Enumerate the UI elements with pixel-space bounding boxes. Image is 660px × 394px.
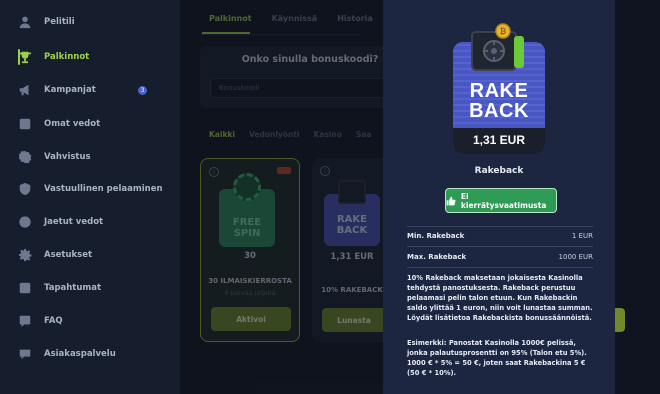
card-value: 1,31 EUR [330,252,374,262]
sidebar-item-asiakaspalvelu[interactable]: Asiakaspalvelu [18,343,178,365]
svg-text:₿: ₿ [500,27,507,36]
hero-title-line2: BACK [469,100,529,122]
help-icon [18,314,32,328]
no-wagering-label: Ei kierrätysvaatimusta [460,191,547,210]
sidebar-item-label: Omat vedot [44,119,101,129]
sidebar-item-faq[interactable]: FAQ [18,310,178,332]
info-icon[interactable]: i [320,166,330,176]
sidebar-item-tapahtumat[interactable]: Tapahtumat [18,277,178,299]
sidebar-item-label: FAQ [44,316,63,326]
min-rakeback-label: Min. Rakeback [407,232,465,240]
megaphone-icon [18,83,32,97]
filter-saa[interactable]: Saa [356,130,372,139]
sidebar-item-jaetut-vedot[interactable]: Jaetut vedot [18,211,178,233]
info-icon[interactable]: i [209,167,219,177]
sidebar-item-asetukset[interactable]: Asetukset [18,244,178,266]
chip-icon [233,173,261,201]
filter-vedonlyonti[interactable]: Vedonlyönti [249,130,299,139]
shield-icon [18,182,32,196]
sidebar-item-kampanjat[interactable]: Kampanjat [18,79,178,101]
sidebar-item-pelitili[interactable]: Pelitili [18,11,178,33]
thumbs-up-icon [446,196,456,205]
tabs-divider [200,34,360,35]
chat-icon [18,347,32,361]
kampanjat-count-badge: 3 [138,86,147,95]
sidebar-item-label: Vastuullinen pelaaminen [44,184,163,194]
sidebar-item-palkinnot[interactable]: Palkinnot [18,46,178,68]
reward-detail-panel: RAKE BACK 1,31 EUR ₿ Rakeback Ei kierrät… [383,0,615,394]
share-icon [18,215,32,229]
card-value: 30 [244,251,256,261]
gear-icon [18,248,32,262]
reward-card-rakeback[interactable]: i RAKE BACK 1,31 EUR 10% RAKEBACK Lunasta [312,158,392,342]
sidebar-item-vastuullinen-pelaaminen[interactable]: Vastuullinen pelaaminen [18,178,178,200]
sidebar-item-label: Tapahtumat [44,283,102,293]
backdrop-edge [615,0,660,394]
sidebar-item-label: Pelitili [44,17,75,27]
tab-palkinnot[interactable]: Palkinnot [209,14,252,23]
free-spin-tile-text: FREE SPIN [232,217,262,239]
safe-icon [338,180,366,204]
new-tag [277,167,291,174]
max-rakeback-value: 1000 EUR [558,253,593,261]
claim-button[interactable]: Lunasta [322,308,386,332]
sidebar-item-label: Jaetut vedot [44,217,104,227]
rakeback-description: 10% Rakeback maksetaan jokaisesta Kasino… [407,274,593,322]
sidebar: Pelitili Palkinnot Kampanjat 3 Omat vedo… [0,0,180,394]
verified-icon [18,150,32,164]
hidden-card-button [615,308,625,332]
trophy-icon [18,50,32,64]
category-filters: Kaikki Vedonlyönti Kasino Saa [209,130,371,139]
sidebar-item-label: Asetukset [44,250,93,260]
sidebar-item-label: Vahvistus [44,152,91,162]
divider [407,267,593,268]
rewards-tabs: Palkinnot Käynnissä Historia [209,14,373,23]
bonus-code-title: Onko sinulla bonuskoodi? [241,54,379,65]
filter-kaikki[interactable]: Kaikki [209,130,235,139]
list-icon [18,281,32,295]
reward-card-free-spins[interactable]: i FREE SPIN 30 30 ILMAISKIERROSTA 6 päivä… [200,158,300,342]
filter-kasino[interactable]: Kasino [313,130,341,139]
hero-amount: 1,31 EUR [472,133,526,147]
sidebar-item-label: Kampanjat [44,85,96,95]
bonus-code-input[interactable]: Bonuskoodi [210,78,390,98]
rakeback-example: Esimerkki: Panostat Kasinolla 1000€ peli… [407,339,587,377]
sidebar-item-vahvistus[interactable]: Vahvistus [18,146,178,168]
user-icon [18,15,32,29]
activate-button[interactable]: Aktivoi [211,307,291,331]
rakeback-tile-text: RAKE BACK [336,214,368,236]
reward-title: Rakeback [474,166,524,176]
card-expiry: 6 päivää jäljellä [224,289,276,297]
tab-historia[interactable]: Historia [337,14,373,23]
card-title: 30 ILMAISKIERROSTA [208,277,292,285]
max-rakeback-row: Max. Rakeback 1000 EUR [407,247,593,267]
sidebar-item-omat-vedot[interactable]: Omat vedot [18,113,178,135]
max-rakeback-label: Max. Rakeback [407,253,467,261]
card-title: 10% RAKEBACK [321,286,383,294]
ticket-icon [18,117,32,131]
min-rakeback-row: Min. Rakeback 1 EUR [407,226,593,246]
tab-active-underline [202,32,250,34]
safe-coin-icon: ₿ [471,23,524,71]
sidebar-item-label: Asiakaspalvelu [44,349,116,359]
min-rakeback-value: 1 EUR [571,232,593,240]
tab-kaynnissa[interactable]: Käynnissä [272,14,318,23]
sidebar-item-label: Palkinnot [44,52,90,62]
no-wagering-button[interactable]: Ei kierrätysvaatimusta [445,188,557,213]
